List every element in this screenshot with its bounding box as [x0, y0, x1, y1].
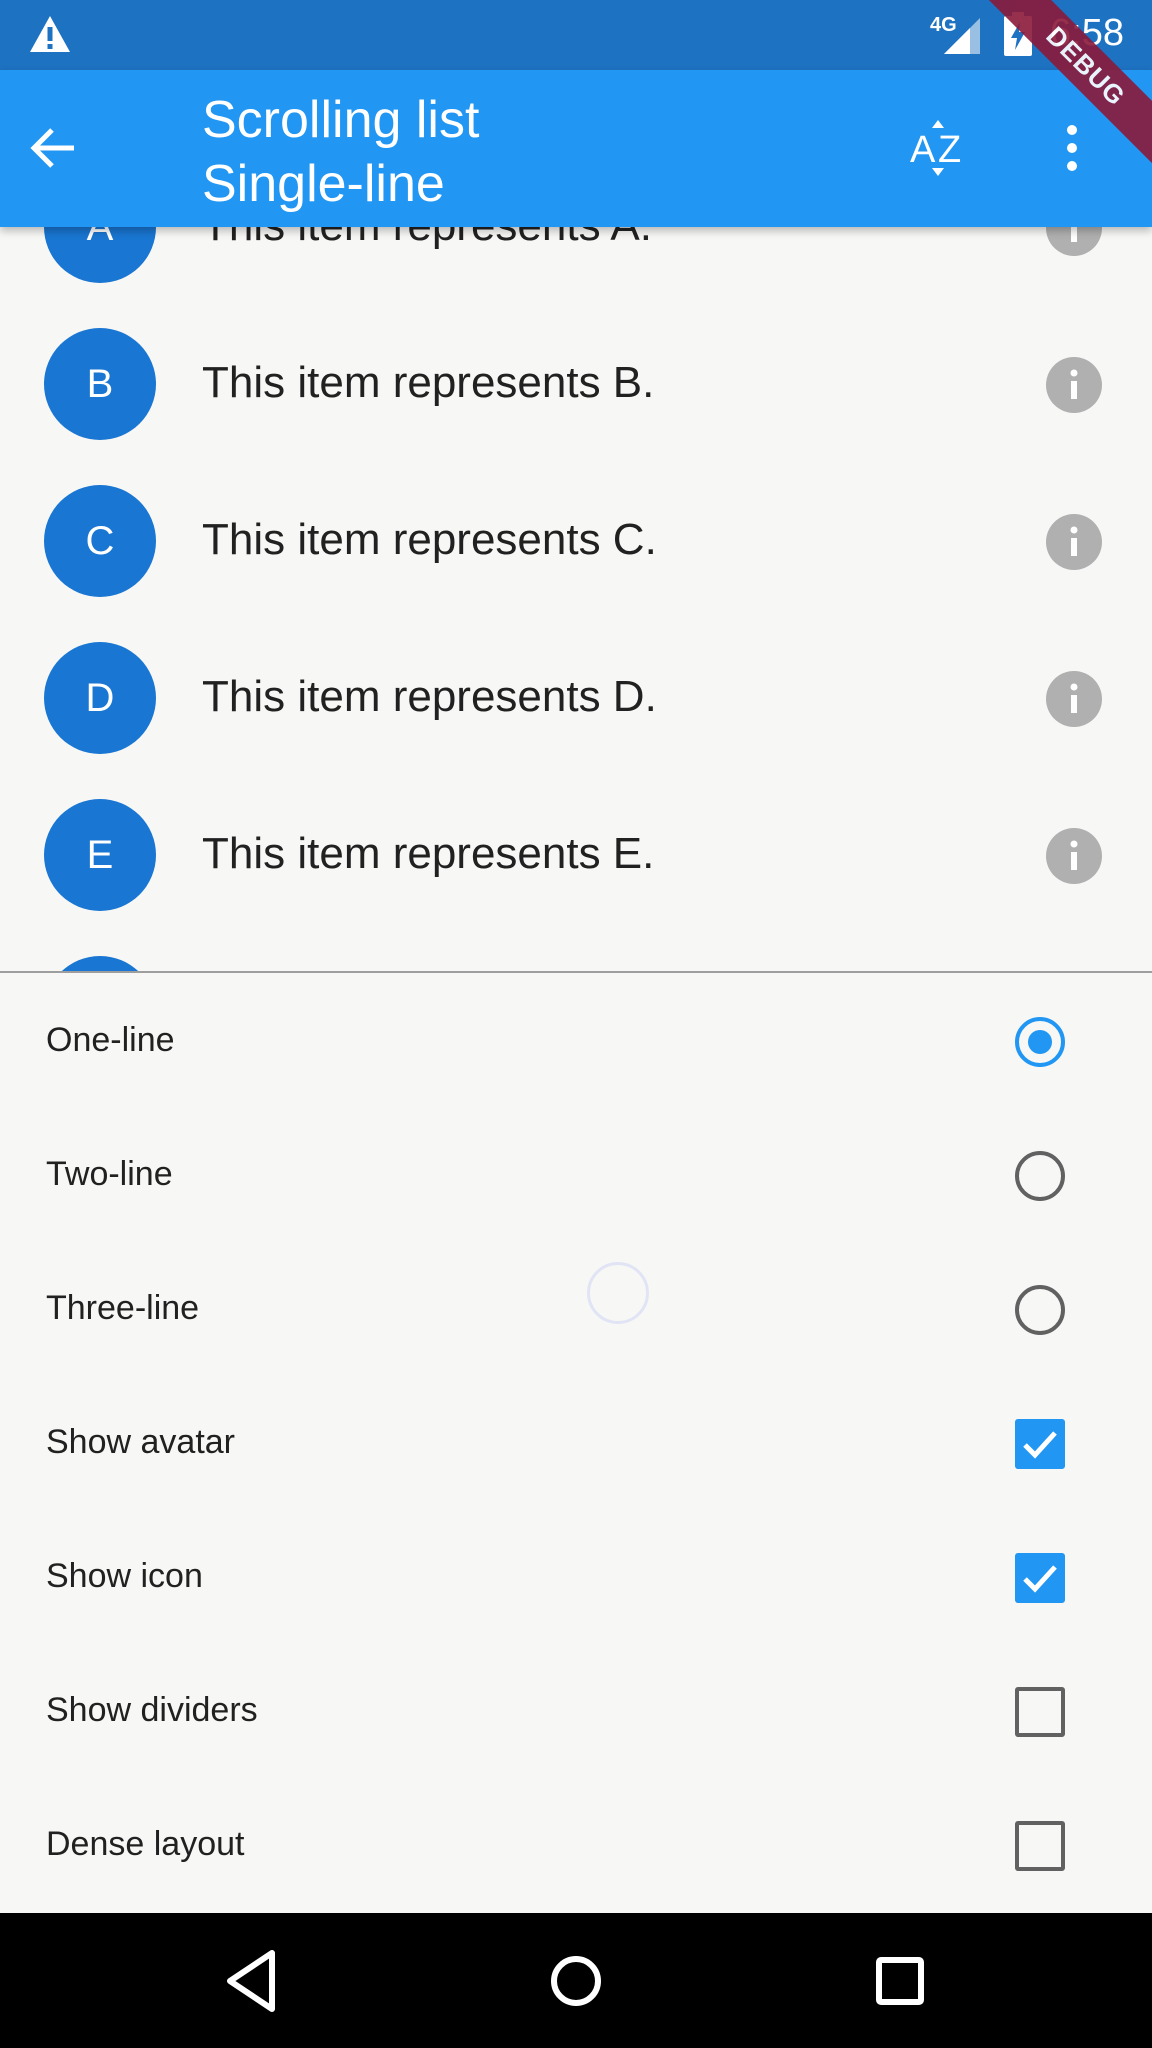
option-label: Show avatar: [46, 1423, 235, 1461]
option-label: One-line: [46, 1021, 175, 1059]
signal-icon: [944, 18, 980, 54]
svg-text:Z: Z: [938, 129, 961, 171]
avatar: A: [44, 227, 156, 283]
more-vert-icon[interactable]: [1060, 116, 1084, 180]
list-item-text: This item represents D.: [202, 672, 657, 721]
title-line-2: Single-line: [202, 155, 445, 213]
list-item[interactable]: A This item represents A.: [0, 227, 1152, 306]
warning-icon: [30, 16, 70, 52]
option-label: Dense layout: [46, 1825, 245, 1863]
option-label: Three-line: [46, 1289, 200, 1327]
option-label: Show icon: [46, 1557, 203, 1595]
status-bar: 4G 6:58: [0, 0, 1152, 70]
nav-back-icon[interactable]: [214, 1943, 290, 2019]
avatar: D: [44, 642, 156, 754]
show-dividers-checkbox[interactable]: [1015, 1687, 1065, 1737]
list-item-partial[interactable]: [0, 934, 1152, 971]
avatar: [44, 956, 156, 971]
list-item[interactable]: B This item represents B.: [0, 306, 1152, 463]
check-icon: [1023, 1431, 1057, 1459]
touch-indicator: [587, 1262, 649, 1324]
option-two-line[interactable]: Two-line: [0, 1107, 1152, 1241]
options-sheet: One-line Two-line Three-line Show avatar…: [0, 973, 1152, 1913]
back-arrow-icon[interactable]: [26, 120, 82, 176]
one-line-radio[interactable]: [1015, 1017, 1065, 1067]
list-item[interactable]: D This item represents D.: [0, 620, 1152, 777]
avatar: B: [44, 328, 156, 440]
option-show-avatar[interactable]: Show avatar: [0, 1375, 1152, 1509]
scrolling-list[interactable]: A This item represents A. B This item re…: [0, 227, 1152, 971]
system-nav-bar: [0, 1913, 1152, 2048]
option-show-dividers[interactable]: Show dividers: [0, 1643, 1152, 1777]
list-item-text: This item represents B.: [202, 358, 655, 407]
two-line-radio[interactable]: [1015, 1151, 1065, 1201]
show-avatar-checkbox[interactable]: [1015, 1419, 1065, 1469]
option-label: Show dividers: [46, 1691, 258, 1729]
list-item[interactable]: E This item represents E.: [0, 777, 1152, 934]
option-show-icon[interactable]: Show icon: [0, 1509, 1152, 1643]
option-label: Two-line: [46, 1155, 173, 1193]
list-item-text: This item represents C.: [202, 515, 657, 564]
info-icon[interactable]: [1046, 671, 1102, 727]
three-line-radio[interactable]: [1015, 1285, 1065, 1335]
info-icon[interactable]: [1046, 227, 1102, 256]
info-icon[interactable]: [1046, 828, 1102, 884]
avatar: E: [44, 799, 156, 911]
sort-az-icon[interactable]: A Z: [906, 116, 970, 180]
info-icon[interactable]: [1046, 514, 1102, 570]
page-title: Scrolling list Single-line: [202, 88, 479, 216]
show-icon-checkbox[interactable]: [1015, 1553, 1065, 1603]
app-bar: Scrolling list Single-line A Z: [0, 70, 1152, 227]
screen: 4G 6:58 Scrolling list Single-line A Z D…: [0, 0, 1152, 2048]
list-item-text: This item represents E.: [202, 829, 655, 878]
nav-home-icon[interactable]: [538, 1943, 614, 2019]
option-dense-layout[interactable]: Dense layout: [0, 1777, 1152, 1911]
list-item-text: This item represents A.: [202, 227, 652, 251]
avatar: C: [44, 485, 156, 597]
option-three-line[interactable]: Three-line: [0, 1241, 1152, 1375]
list-item[interactable]: C This item represents C.: [0, 463, 1152, 620]
title-line-1: Scrolling list: [202, 91, 480, 149]
nav-recents-icon[interactable]: [862, 1943, 938, 2019]
svg-text:A: A: [910, 129, 936, 171]
check-icon: [1023, 1565, 1057, 1593]
info-icon[interactable]: [1046, 357, 1102, 413]
dense-layout-checkbox[interactable]: [1015, 1821, 1065, 1871]
option-one-line[interactable]: One-line: [0, 973, 1152, 1107]
